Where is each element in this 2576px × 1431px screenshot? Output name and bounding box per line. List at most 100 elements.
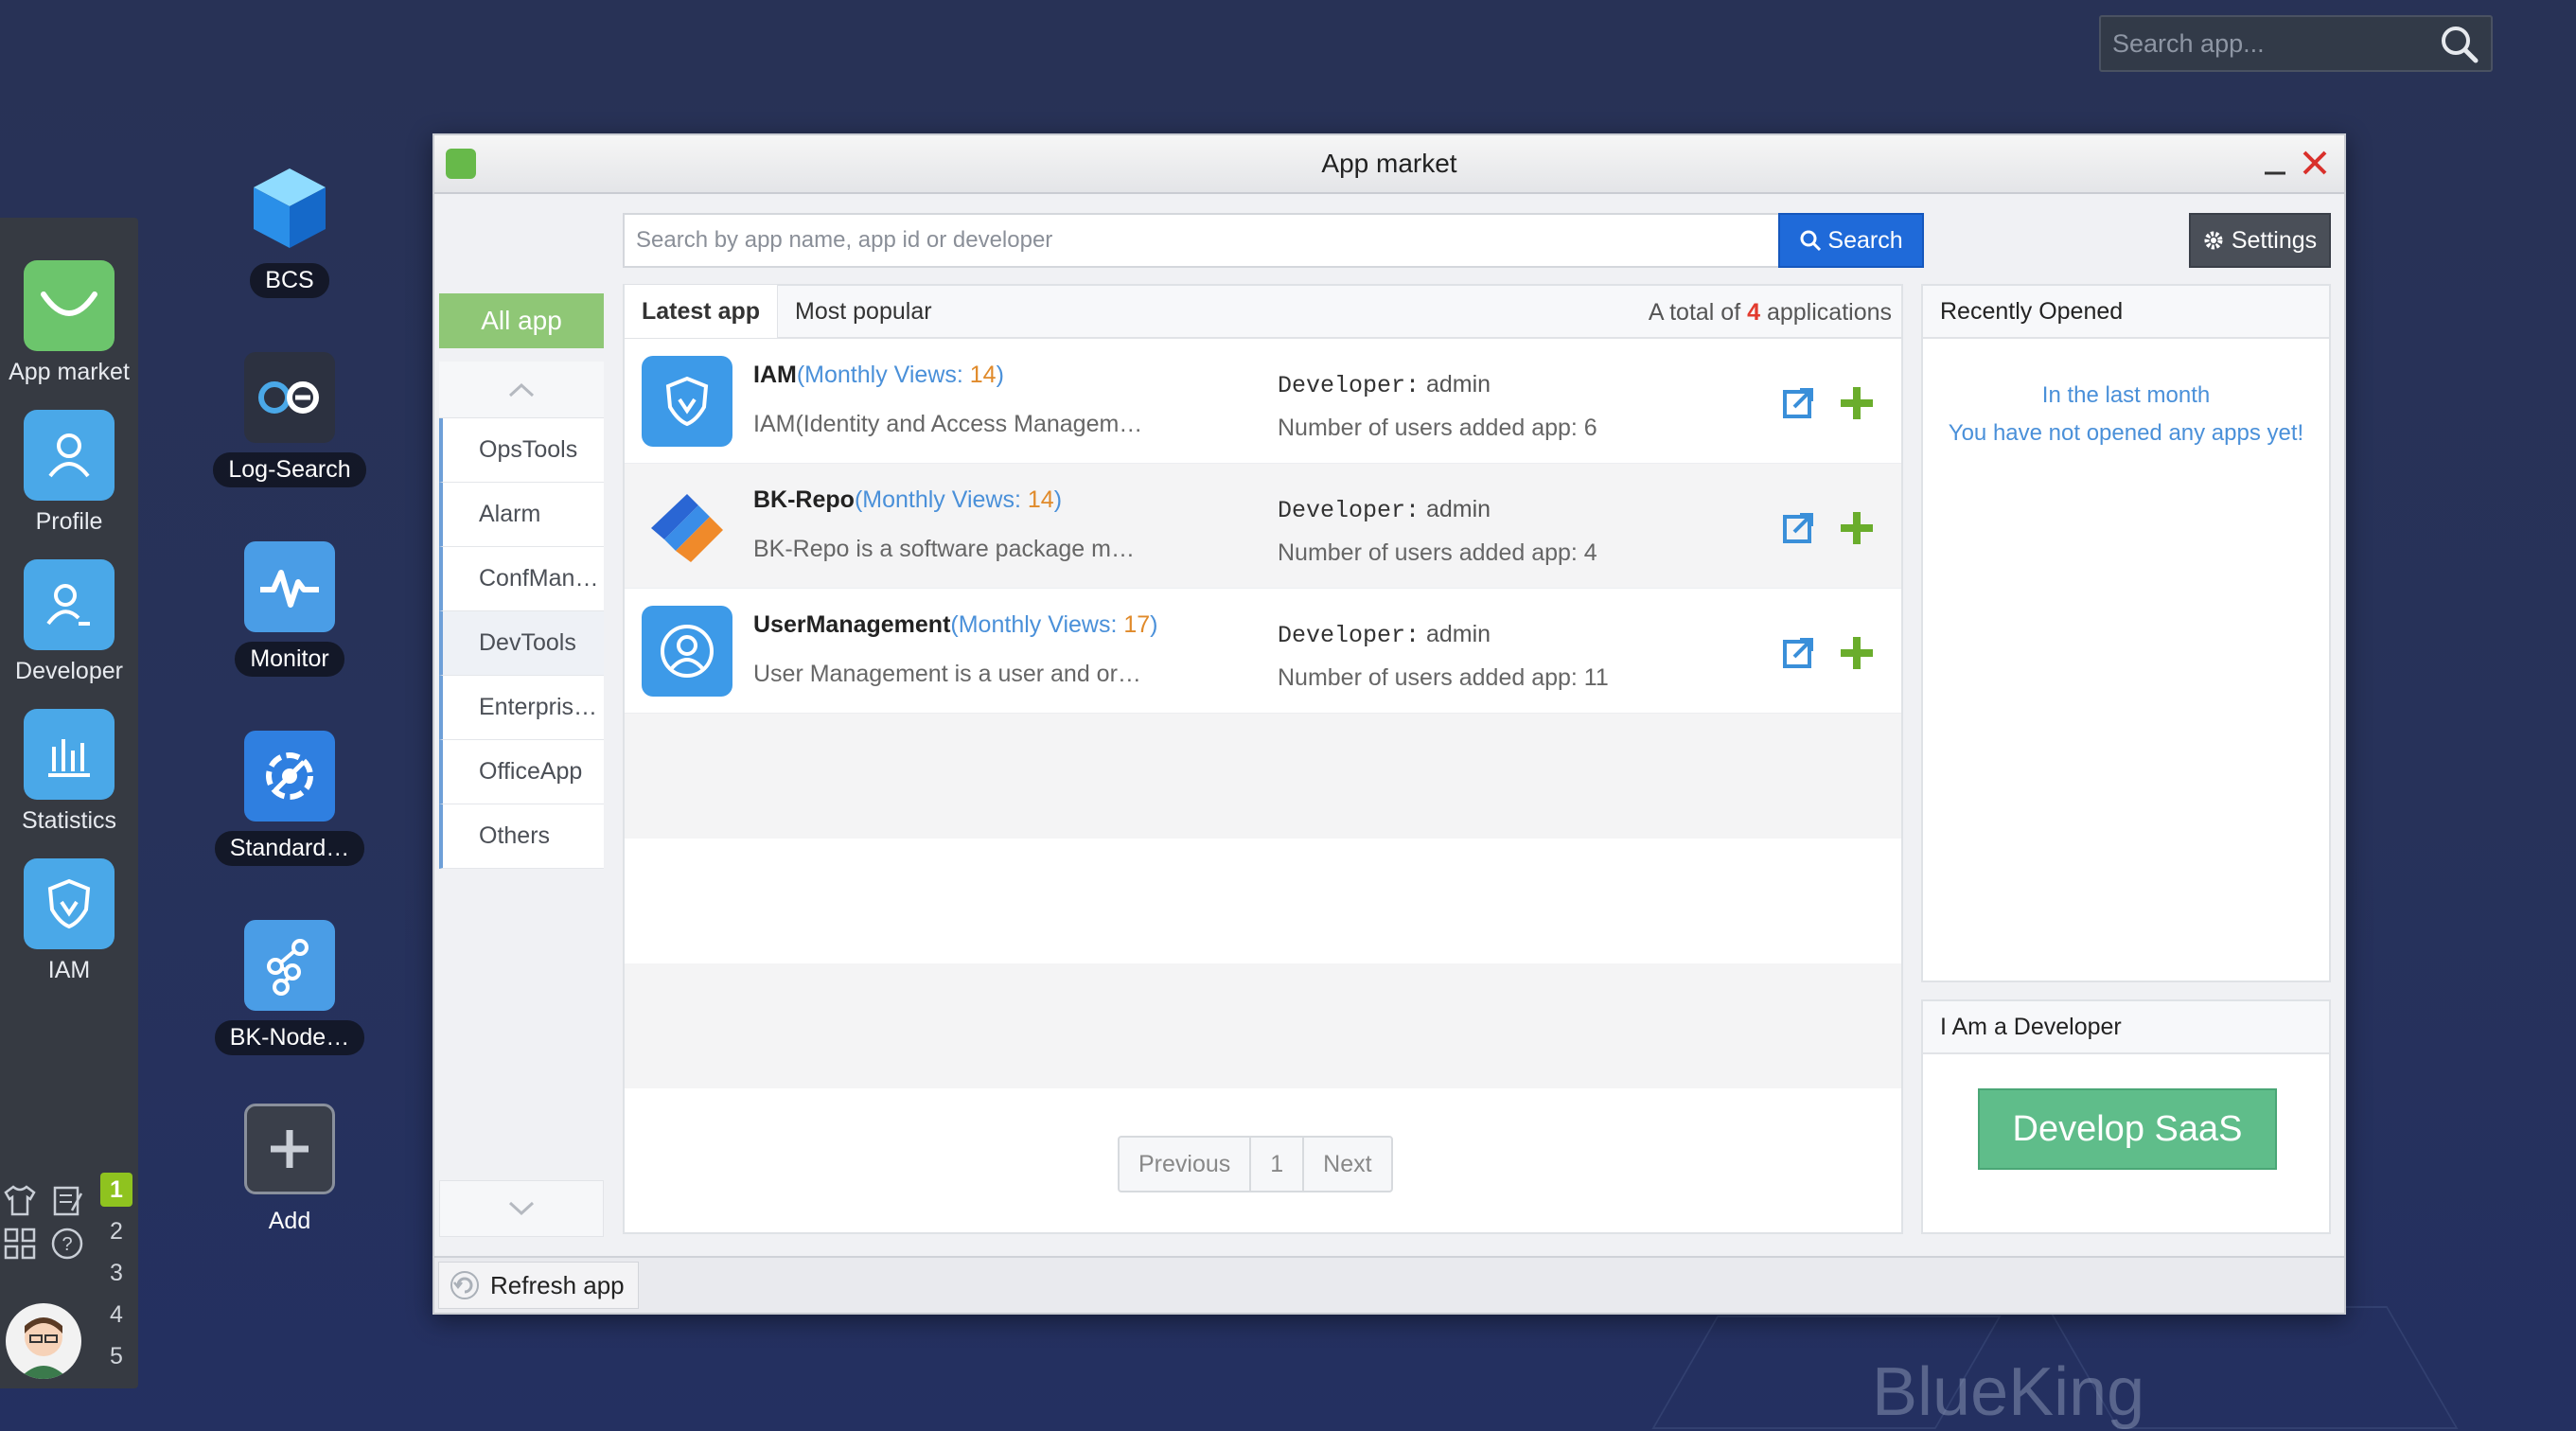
dock-label: IAM xyxy=(47,957,91,983)
workspace-5[interactable]: 5 xyxy=(95,1335,138,1377)
developer-label: Developer: xyxy=(1278,622,1420,649)
add-app-icon[interactable] xyxy=(1838,509,1876,547)
close-icon[interactable] xyxy=(2301,149,2329,177)
desktop-app-standard[interactable]: Standard… xyxy=(199,731,380,871)
add-app-icon[interactable] xyxy=(1838,634,1876,672)
search-button[interactable]: Search xyxy=(1778,213,1924,268)
open-external-icon[interactable] xyxy=(1781,511,1815,545)
profile-icon xyxy=(24,410,115,501)
dock-bottom-tools: ? 1 2 3 4 5 xyxy=(0,1169,138,1388)
category-item-alarm[interactable]: Alarm xyxy=(439,483,604,547)
desktop-app-label: Add xyxy=(268,1208,311,1234)
monthly-views: 14 xyxy=(1027,486,1054,513)
window-title: App market xyxy=(1321,149,1457,178)
total-number: 4 xyxy=(1747,299,1761,326)
bk-repo-icon xyxy=(642,481,732,572)
user-management-icon xyxy=(642,606,732,697)
desktop-app-monitor[interactable]: Monitor xyxy=(199,541,380,681)
add-icon xyxy=(244,1104,335,1194)
app-developer: Developer: admin xyxy=(1278,371,1491,399)
desktop-app-add[interactable]: Add xyxy=(199,1104,380,1244)
minimize-icon[interactable] xyxy=(2263,152,2287,177)
pagination-previous[interactable]: Previous xyxy=(1120,1138,1252,1191)
developer-panel-title: I Am a Developer xyxy=(1923,1001,2329,1054)
app-market-icon xyxy=(446,149,476,179)
app-name-line: IAM(Monthly Views: 14) xyxy=(753,362,1004,388)
app-name[interactable]: IAM xyxy=(753,362,797,388)
iam-shield-icon xyxy=(24,858,115,949)
desktop-app-label: Log-Search xyxy=(213,452,366,487)
desktop-app-bcs[interactable]: BCS xyxy=(199,163,380,303)
pagination: Previous 1 Next xyxy=(1118,1136,1393,1192)
desktop-search-placeholder: Search app... xyxy=(2112,28,2265,58)
dock-item-profile[interactable]: Profile xyxy=(0,410,138,536)
pagination-next[interactable]: Next xyxy=(1304,1138,1390,1191)
dock-label: Statistics xyxy=(21,807,117,834)
empty-row xyxy=(625,714,1901,839)
category-item-confman[interactable]: ConfMan… xyxy=(439,547,604,611)
tab-most-popular[interactable]: Most popular xyxy=(778,285,949,338)
notes-icon[interactable] xyxy=(49,1182,85,1218)
total-count: A total of 4 applications xyxy=(1649,299,1892,327)
develop-saas-button[interactable]: Develop SaaS xyxy=(1978,1088,2277,1170)
app-search-input[interactable]: Search by app name, app id or developer xyxy=(623,213,1780,268)
app-developer: Developer: admin xyxy=(1278,496,1491,524)
app-name[interactable]: UserManagement xyxy=(753,611,950,638)
monthly-views-label: Monthly Views: xyxy=(862,486,1028,513)
recent-line-1: In the last month xyxy=(2041,382,2211,408)
settings-button[interactable]: Settings xyxy=(2189,213,2331,268)
monitor-pulse-icon xyxy=(244,541,335,632)
app-market-window: App market Search by app name, app id or… xyxy=(432,133,2346,1315)
category-item-enterprise[interactable]: Enterpris… xyxy=(439,676,604,740)
chevron-down-icon[interactable] xyxy=(439,1180,604,1237)
category-sidebar: All app OpsTools Alarm ConfMan… DevTools… xyxy=(439,293,604,1237)
help-icon[interactable]: ? xyxy=(49,1226,85,1262)
window-titlebar[interactable]: App market xyxy=(434,135,2344,194)
workspace-switcher: 1 2 3 4 5 xyxy=(95,1169,138,1377)
chevron-up-icon[interactable] xyxy=(439,362,604,418)
app-row[interactable]: IAM(Monthly Views: 14) IAM(Identity and … xyxy=(625,339,1901,464)
workspace-3[interactable]: 3 xyxy=(95,1252,138,1294)
dock-item-developer[interactable]: Developer xyxy=(0,559,138,685)
app-row[interactable]: BK-Repo(Monthly Views: 14) BK-Repo is a … xyxy=(625,464,1901,589)
total-prefix: A total of xyxy=(1648,299,1741,326)
category-item-others[interactable]: Others xyxy=(439,804,604,869)
add-app-icon[interactable] xyxy=(1838,384,1876,422)
dock-item-iam[interactable]: IAM xyxy=(0,858,138,984)
category-item-opstools[interactable]: OpsTools xyxy=(439,418,604,483)
grid-apps-icon[interactable] xyxy=(2,1226,38,1262)
app-name[interactable]: BK-Repo xyxy=(753,486,855,513)
category-list: OpsTools Alarm ConfMan… DevTools Enterpr… xyxy=(439,362,604,869)
workspace-1[interactable]: 1 xyxy=(100,1173,132,1207)
theme-shirt-icon[interactable] xyxy=(2,1182,38,1218)
workspace-4[interactable]: 4 xyxy=(95,1294,138,1335)
tab-latest-app[interactable]: Latest app xyxy=(625,285,779,338)
bcs-cube-icon xyxy=(244,163,335,254)
open-external-icon[interactable] xyxy=(1781,386,1815,420)
developer-label: Developer: xyxy=(1278,372,1420,399)
empty-row xyxy=(625,839,1901,963)
refresh-app-button[interactable]: Refresh app xyxy=(438,1262,639,1309)
settings-button-label: Settings xyxy=(2231,226,2318,254)
avatar[interactable] xyxy=(6,1303,81,1379)
category-all[interactable]: All app xyxy=(439,293,604,348)
dock-label: Developer xyxy=(15,658,123,684)
open-external-icon[interactable] xyxy=(1781,636,1815,670)
app-description: BK-Repo is a software package m… xyxy=(753,536,1135,562)
category-item-officeapp[interactable]: OfficeApp xyxy=(439,740,604,804)
gear-icon xyxy=(2204,231,2223,250)
pagination-page-1[interactable]: 1 xyxy=(1251,1138,1305,1191)
log-search-icon xyxy=(244,352,335,443)
desktop-app-log-search[interactable]: Log-Search xyxy=(199,352,380,492)
recently-opened-panel: Recently Opened In the last month You ha… xyxy=(1921,284,2331,982)
app-row[interactable]: UserManagement(Monthly Views: 17) User M… xyxy=(625,589,1901,714)
dock-item-app-market[interactable]: App market xyxy=(0,260,138,386)
desktop-app-bk-node[interactable]: BK-Node… xyxy=(199,920,380,1060)
dock-item-statistics[interactable]: Statistics xyxy=(0,709,138,835)
recent-line-2: You have not opened any apps yet! xyxy=(1948,420,2304,446)
workspace-2[interactable]: 2 xyxy=(95,1210,138,1252)
category-item-devtools[interactable]: DevTools xyxy=(439,611,604,676)
search-icon[interactable] xyxy=(2438,23,2479,64)
empty-row xyxy=(625,963,1901,1088)
desktop-search[interactable]: Search app... xyxy=(2099,15,2493,72)
